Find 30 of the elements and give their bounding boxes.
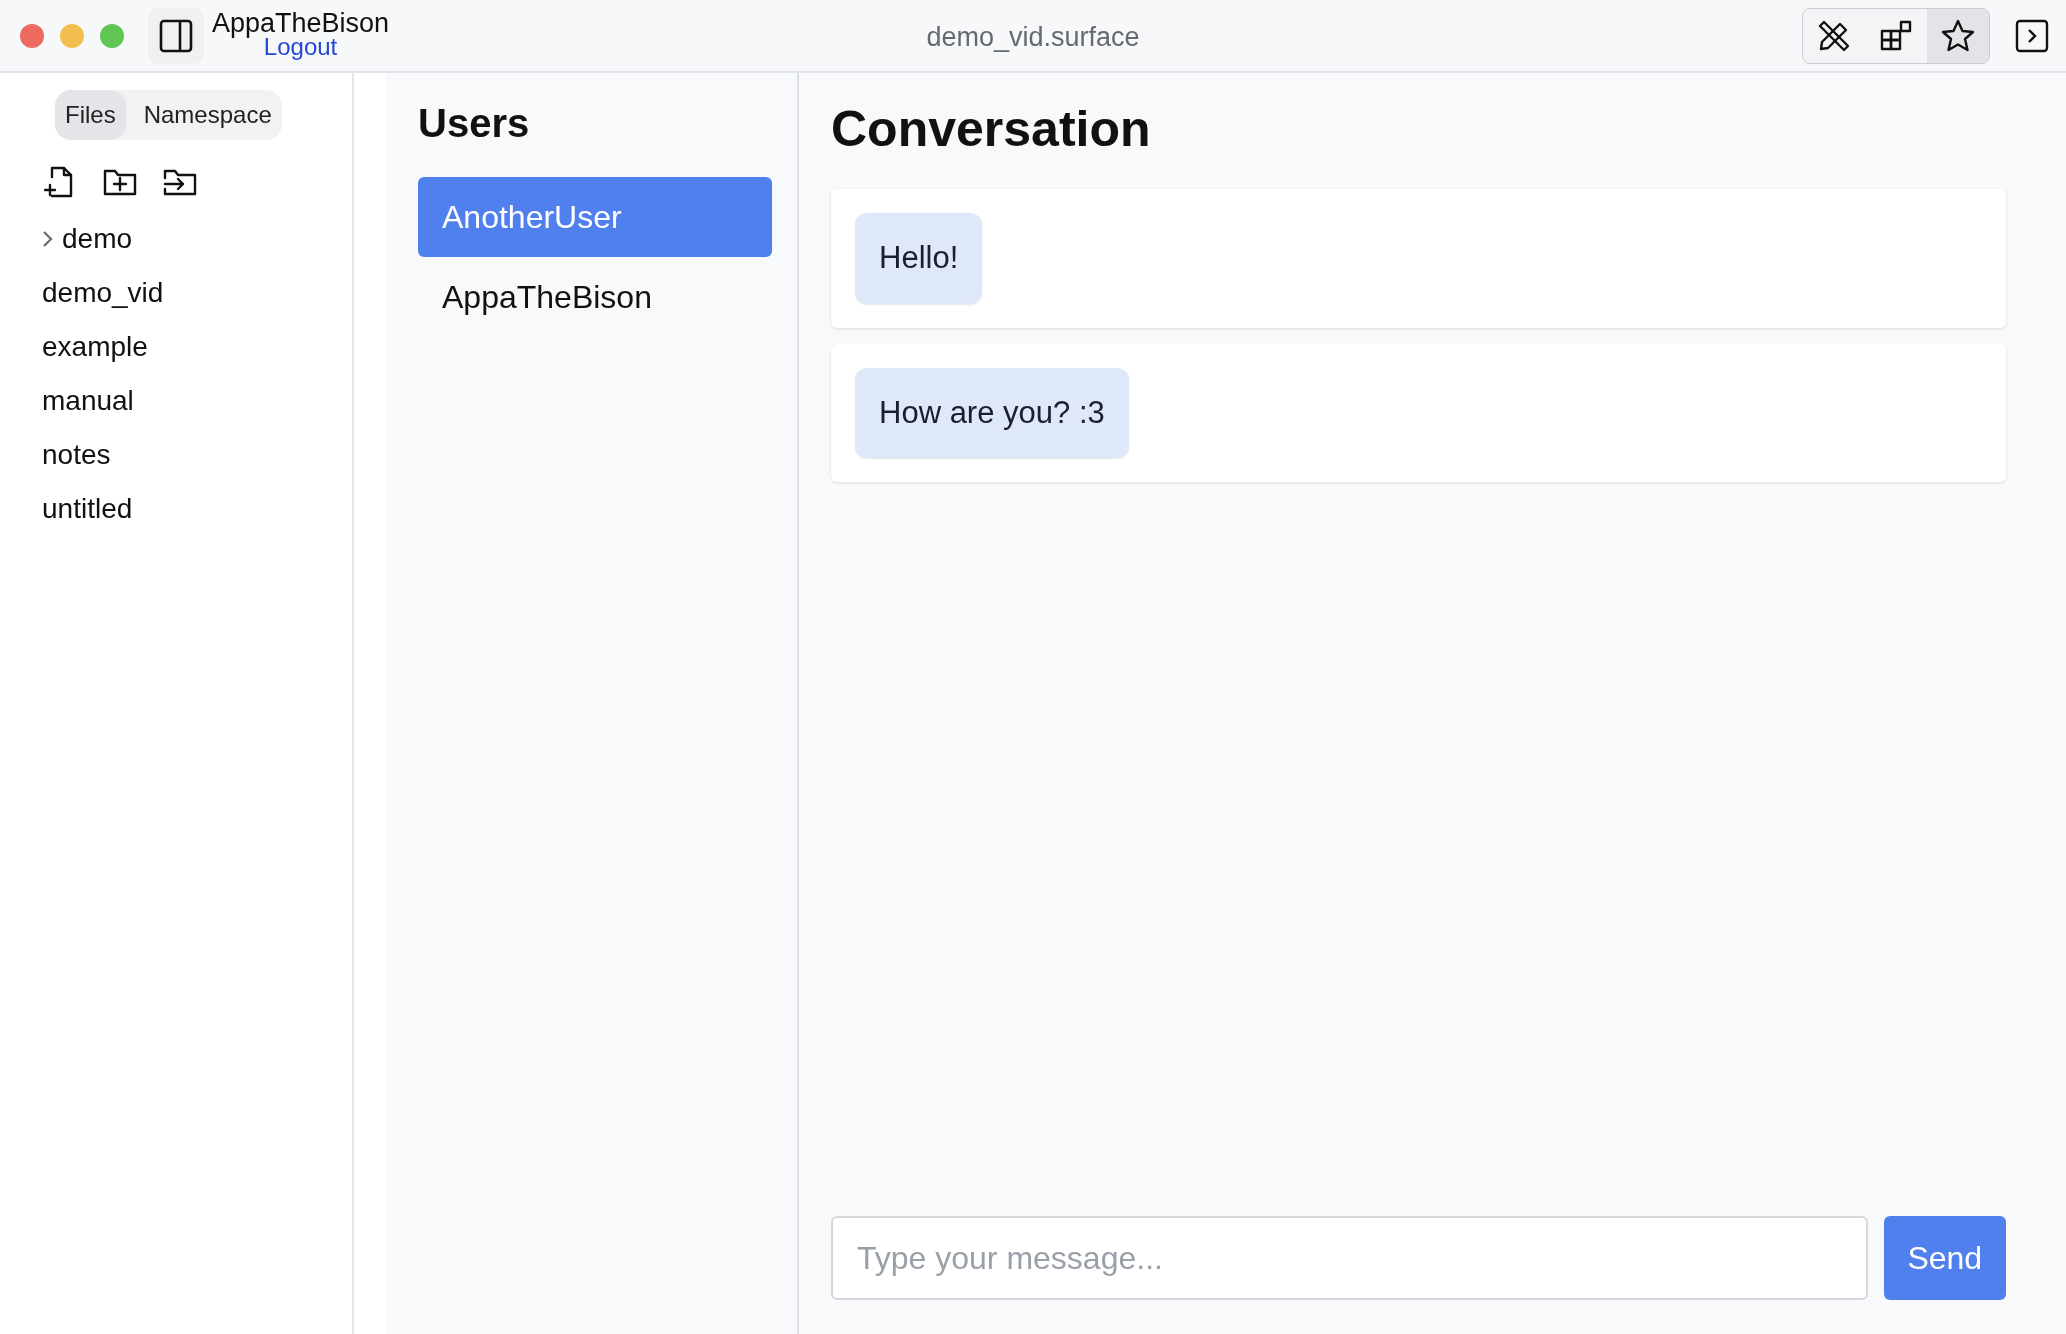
sidebar-tab[interactable]: Files [55, 90, 126, 140]
send-button[interactable]: Send [1883, 1216, 2006, 1300]
conversation-heading: Conversation [831, 100, 1152, 159]
sidebar-icon [159, 18, 193, 53]
chevron-right-icon[interactable] [42, 230, 54, 248]
message-bubble: How are you? :3 [855, 367, 1129, 458]
new-folder-icon [103, 167, 137, 197]
file-name[interactable]: notes [42, 436, 111, 474]
logout-link[interactable]: Logout [263, 35, 338, 58]
user-list-item[interactable]: AppaTheBison [418, 257, 772, 337]
star-button[interactable] [1927, 8, 1989, 63]
sidebar-tab[interactable]: Namespace [133, 90, 282, 140]
message-input[interactable]: Type your message... [831, 1216, 1868, 1300]
widgets-icon [1879, 18, 1913, 53]
star-icon [1940, 17, 1976, 54]
file-name[interactable]: example [42, 328, 148, 366]
sidebar-toggle-button[interactable] [148, 7, 204, 64]
folder-arrow-icon [163, 167, 197, 197]
file-name[interactable]: untitled [42, 490, 133, 528]
folder-name[interactable]: demo [62, 220, 133, 258]
file-name[interactable]: manual [42, 382, 134, 420]
users-heading: Users [418, 100, 531, 147]
window-title: demo_vid.surface [926, 22, 1140, 52]
message-bubble: Hello! [855, 213, 983, 304]
chevron-right-icon [2015, 18, 2049, 53]
close-window-button[interactable] [20, 23, 44, 48]
username: AppaTheBison [212, 9, 390, 36]
user-list-item[interactable]: AnotherUser [418, 177, 772, 257]
file-name[interactable]: demo_vid [42, 274, 164, 312]
panel-toggle-button[interactable] [2014, 17, 2050, 54]
